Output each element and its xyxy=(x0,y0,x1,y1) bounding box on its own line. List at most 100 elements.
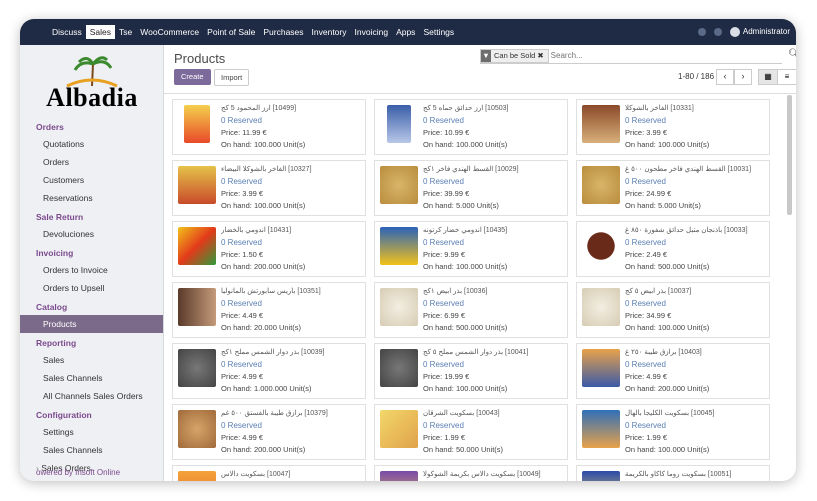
sidebar-item-orders-to-invoice[interactable]: Orders to Invoice xyxy=(20,261,163,279)
sidebar-item-customers[interactable]: Customers xyxy=(20,171,163,189)
pager-next-button[interactable]: › xyxy=(734,69,752,85)
product-card[interactable]: [10499] ارز المحمود 5 كج 0 Reserved Price:… xyxy=(172,99,366,155)
kanban-view-button[interactable]: ▦ xyxy=(758,69,778,85)
sidebar-item-sales[interactable]: Sales xyxy=(20,351,163,369)
product-price: Price: 4.99 € xyxy=(221,433,264,442)
top-menu-woocommerce[interactable]: WooCommerce xyxy=(136,27,203,37)
powered-by-link[interactable]: owered by Insoft Online xyxy=(36,468,120,477)
sidebar-item-sales-channels[interactable]: Sales Channels xyxy=(20,441,163,459)
product-info: [10036] بذر ابيض ١كج 0 Reserved Price: 6.9… xyxy=(423,286,563,334)
sidebar-item-devoluciones[interactable]: Devoluciones xyxy=(20,225,163,243)
product-card[interactable]: [10039] بذر دوار الشمس مملح ١كج 0 Reserve… xyxy=(172,343,366,399)
top-menu-point-of-sale[interactable]: Point of Sale xyxy=(203,27,259,37)
product-card[interactable]: [10036] بذر ابيض ١كج 0 Reserved Price: 6.9… xyxy=(374,282,568,338)
product-card[interactable]: [10043] بسكويت الشرقان 0 Reserved Price: 1… xyxy=(374,404,568,460)
list-view-button[interactable]: ≡ xyxy=(777,69,796,85)
product-card[interactable]: [10503] ارز حدائق حماه 5 كج 0 Reserved Pri… xyxy=(374,99,568,155)
product-card[interactable]: [10051] بسكويت روما كاكاو بالكريمة0 Rese… xyxy=(576,465,770,481)
product-info: [10431] اندومي بالخضار 0 Reserved Price: 1… xyxy=(221,225,361,273)
reserved-count: 0 Reserved xyxy=(221,299,262,308)
product-card[interactable]: [10029] القسط الهندي فاخر ١كج 0 Reserved P… xyxy=(374,160,568,216)
product-image xyxy=(178,288,216,326)
product-card[interactable]: [10431] اندومي بالخضار 0 Reserved Price: 1… xyxy=(172,221,366,277)
product-card[interactable]: [10379] برازق طيبة بالفستق ٥٠٠ غم 0 Reser… xyxy=(172,404,366,460)
sidebar-item-all-channels-sales-orders[interactable]: All Channels Sales Orders xyxy=(20,387,163,405)
pager-previous-button[interactable]: ‹ xyxy=(716,69,734,85)
top-menu-settings[interactable]: Settings xyxy=(419,27,458,37)
product-image xyxy=(178,410,216,448)
top-menu-inventory[interactable]: Inventory xyxy=(308,27,351,37)
remove-facet-icon[interactable]: ✖ xyxy=(537,51,543,60)
product-info: [10051] بسكويت روما كاكاو بالكريمة0 Rese… xyxy=(625,469,765,481)
search-bar: ▼ Can be Sold ✖ xyxy=(480,49,782,64)
product-info: [10029] القسط الهندي فاخر ١كج 0 Reserved P… xyxy=(423,164,563,212)
search-input[interactable] xyxy=(550,51,691,60)
on-hand-qty: On hand: 100.000 Unit(s) xyxy=(625,445,710,454)
product-card[interactable]: [10047] بسكويت دالاس0 Reserved xyxy=(172,465,366,481)
product-info: [10039] بذر دوار الشمس مملح ١كج 0 Reserve… xyxy=(221,347,361,395)
product-card[interactable]: [10033] باذنجان متبل حدائق شفورة ٨٥٠ غ 0 … xyxy=(576,221,770,277)
user-menu[interactable]: Administrator xyxy=(729,27,790,37)
top-menu-sales[interactable]: Sales xyxy=(85,25,116,39)
product-name: [10031] القسط الهندي فاخر مطحون ٥٠٠ غ xyxy=(625,166,752,173)
sidebar-item-orders-to-upsell[interactable]: Orders to Upsell xyxy=(20,279,163,297)
product-card[interactable]: [10037] بذر ابيض ٥ كج 0 Reserved Price: 34… xyxy=(576,282,770,338)
reserved-count: 0 Reserved xyxy=(625,299,666,308)
product-info: [10033] باذنجان متبل حدائق شفورة ٨٥٠ غ 0 … xyxy=(625,225,765,273)
product-card[interactable]: [10049] بسكويت دالاس بكريمة الشوكولا0 Re… xyxy=(374,465,568,481)
sidebar-section-configuration: Configuration xyxy=(36,410,92,420)
top-menu-apps[interactable]: Apps xyxy=(392,27,419,37)
sidebar-item-products[interactable]: Products xyxy=(20,315,163,333)
scrollbar[interactable] xyxy=(787,95,792,215)
product-info: [10047] بسكويت دالاس0 Reserved xyxy=(221,469,361,481)
product-card[interactable]: [10045] بسكويت الكليجا بالهال 0 Reserved P… xyxy=(576,404,770,460)
product-card[interactable]: [10327] الفاخر بالشوكلا البيضاء 0 Reserve… xyxy=(172,160,366,216)
create-button[interactable]: Create xyxy=(174,69,211,85)
import-button[interactable]: Import xyxy=(214,69,250,86)
product-price: Price: 4.49 € xyxy=(221,311,264,320)
filter-facet[interactable]: ▼ Can be Sold ✖ xyxy=(480,49,549,63)
product-card[interactable]: [10403] برازق طيبة ٢٥٠ غ 0 Reserved Price:… xyxy=(576,343,770,399)
reserved-count: 0 Reserved xyxy=(221,116,262,125)
facet-label: Can be Sold xyxy=(494,51,536,60)
product-card[interactable]: [10031] القسط الهندي فاخر مطحون ٥٠٠ غ 0 R… xyxy=(576,160,770,216)
sidebar-item-sales-channels[interactable]: Sales Channels xyxy=(20,369,163,387)
sidebar-item-orders[interactable]: Orders xyxy=(20,153,163,171)
activity-icon[interactable] xyxy=(697,28,706,36)
sidebar-item-reservations[interactable]: Reservations xyxy=(20,189,163,207)
reserved-count: 0 Reserved xyxy=(625,238,666,247)
product-image xyxy=(380,227,418,265)
on-hand-qty: On hand: 200.000 Unit(s) xyxy=(625,384,710,393)
product-info: [10327] الفاخر بالشوكلا البيضاء 0 Reserve… xyxy=(221,164,361,212)
chat-icon[interactable] xyxy=(713,28,722,36)
top-menu-discuss[interactable]: Discuss xyxy=(48,27,86,37)
sidebar-item-globals-channels[interactable]: Globals Channels xyxy=(20,477,163,481)
product-price: Price: 10.99 € xyxy=(423,128,470,137)
on-hand-qty: On hand: 50.000 Unit(s) xyxy=(423,445,504,454)
product-info: [10435] اندومي خضار كرتونه 0 Reserved Pric… xyxy=(423,225,563,273)
product-name: [10049] بسكويت دالاس بكريمة الشوكولا xyxy=(423,471,541,478)
product-info: [10379] برازق طيبة بالفستق ٥٠٠ غم 0 Reser… xyxy=(221,408,361,456)
reserved-count: 0 Reserved xyxy=(423,299,464,308)
pager-value[interactable]: 1-80 / 186 xyxy=(678,69,714,85)
product-image xyxy=(380,349,418,387)
product-image xyxy=(380,410,418,448)
sidebar-item-settings[interactable]: Settings xyxy=(20,423,163,441)
top-menu-tse[interactable]: Tse xyxy=(115,27,136,37)
reserved-count: 0 Reserved xyxy=(221,177,262,186)
product-price: Price: 4.99 € xyxy=(625,372,668,381)
product-image xyxy=(582,166,620,204)
top-menu-purchases[interactable]: Purchases xyxy=(259,27,307,37)
reserved-count: 0 Reserved xyxy=(423,421,464,430)
product-card[interactable]: [10331] الفاخر بالشوكلا 0 Reserved Price: … xyxy=(576,99,770,155)
product-card[interactable]: [10041] بذر دوار الشمس مملح ٥ كج 0 Reserv… xyxy=(374,343,568,399)
sidebar-item-quotations[interactable]: Quotations xyxy=(20,135,163,153)
product-card[interactable]: [10435] اندومي خضار كرتونه 0 Reserved Pric… xyxy=(374,221,568,277)
top-menu-invoicing[interactable]: Invoicing xyxy=(351,27,393,37)
product-image xyxy=(380,166,418,204)
reserved-count: 0 Reserved xyxy=(423,360,464,369)
sidebar-menu: Orders Quotations Orders Customers Reservati… xyxy=(20,117,163,481)
sidebar-section-orders: Orders xyxy=(36,122,64,132)
product-card[interactable]: [10351] باريس سابورتش بالمانوليا 0 Reserv… xyxy=(172,282,366,338)
search-icon[interactable]: 🔍︎ xyxy=(788,49,796,60)
